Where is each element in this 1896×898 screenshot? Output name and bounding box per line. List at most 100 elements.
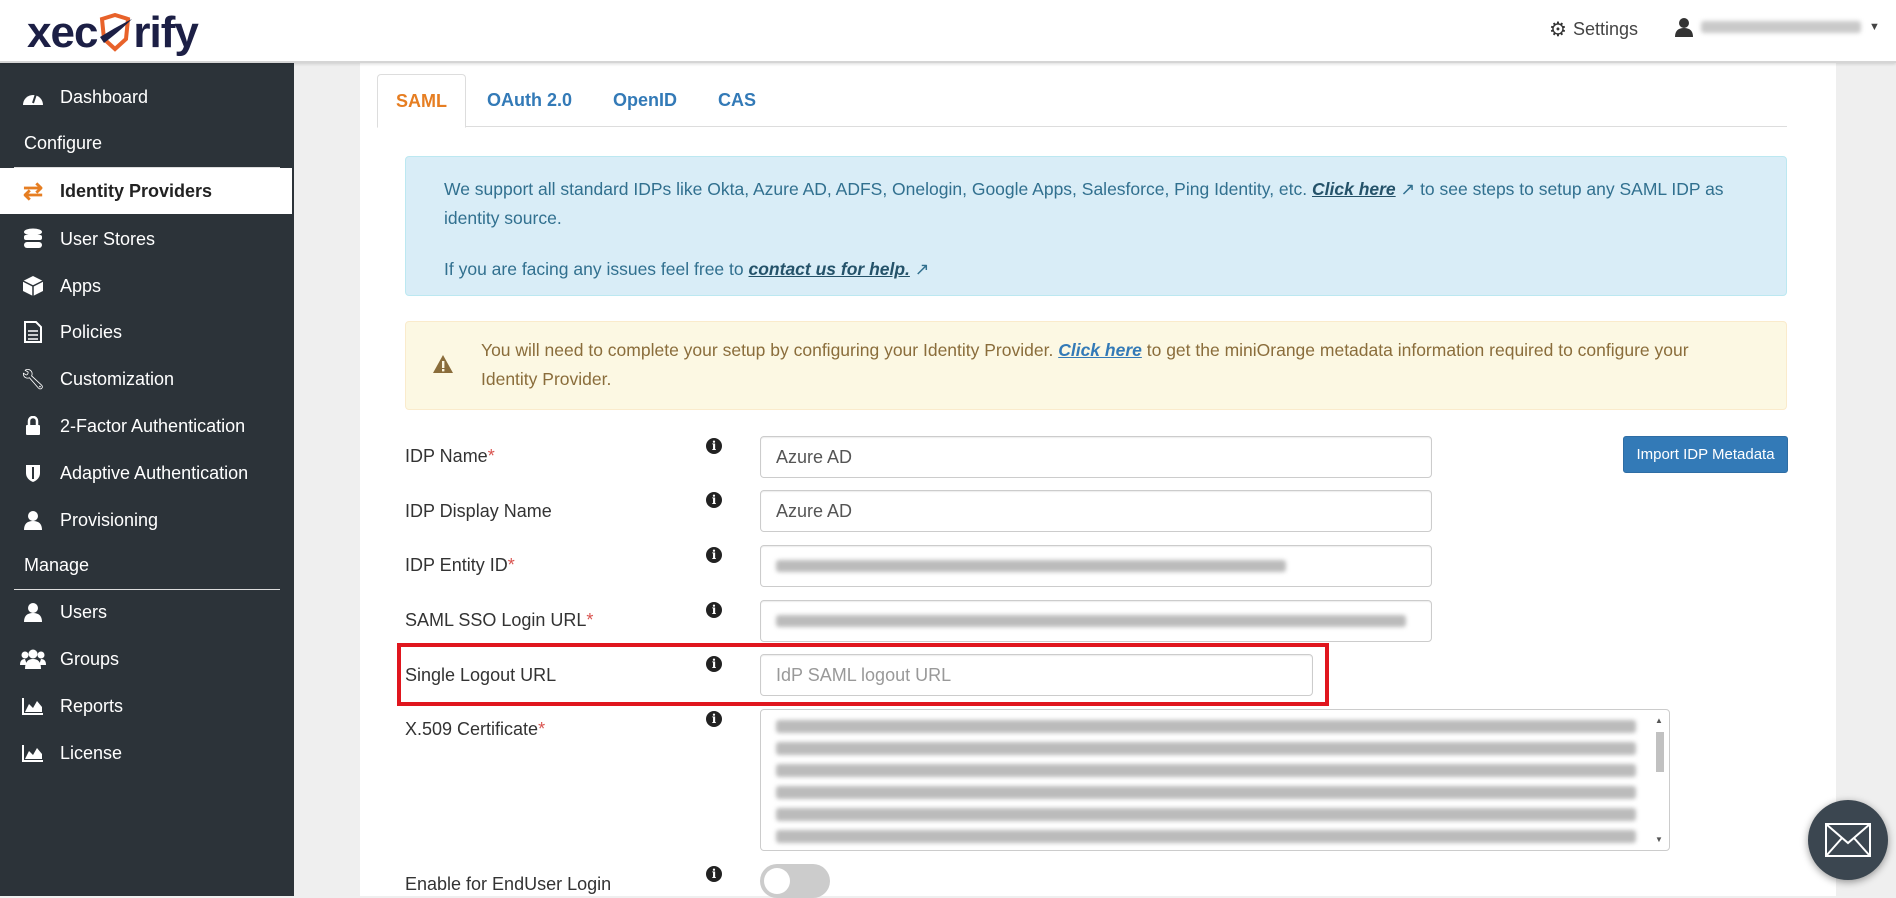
idp-name-input[interactable]: Azure AD [760,436,1432,478]
sidebar-item-label: Groups [60,648,120,669]
user-icon [1675,18,1693,37]
user-icon [18,602,48,622]
sidebar-item-label: License [60,742,123,763]
saml-sso-url-label: SAML SSO Login URL* [405,610,594,630]
contact-us-link[interactable]: contact us for help. [749,259,910,279]
contact-mail-button[interactable] [1808,800,1888,880]
certificate-label: X.509 Certificate* [405,719,546,739]
redacted-value [776,720,1636,733]
sidebar-item-customization[interactable]: 🔧︎ Customization [0,356,294,402]
info-icon[interactable]: i [706,438,722,454]
section-manage: Manage [24,555,90,575]
single-logout-url-input[interactable] [776,664,1297,686]
enduser-login-label: Enable for EndUser Login [405,874,612,894]
textarea-scrollbar[interactable]: ▲ ▼ [1653,716,1667,844]
database-icon [18,228,48,250]
sidebar-item-groups[interactable]: Groups [0,636,294,682]
logo-text: rify [133,8,198,57]
external-link-icon: ↗ [1395,179,1416,199]
sidebar-item-label: Provisioning [60,509,159,530]
warning-icon [433,355,453,373]
sidebar-item-adaptive-auth[interactable]: Adaptive Authentication [0,450,294,496]
certificate-textarea[interactable]: ▲ ▼ [760,709,1670,851]
sidebar-item-provisioning[interactable]: Provisioning [0,497,294,543]
redacted-value [776,764,1636,777]
redacted-value [776,830,1636,843]
info-icon[interactable]: i [706,492,722,508]
sidebar-item-label: Identity Providers [60,180,213,201]
sidebar-item-user-stores[interactable]: User Stores [0,216,294,262]
tab-openid[interactable]: OpenID [595,74,695,127]
sidebar-item-reports[interactable]: Reports [0,683,294,729]
tab-cas[interactable]: CAS [700,74,774,127]
envelope-icon [1825,823,1871,857]
sidebar-item-policies[interactable]: Policies [0,309,294,355]
idp-name-label: IDP Name* [405,446,495,466]
warning-text: You will need to complete your setup by … [481,340,1054,360]
sidebar-item-label: 2-Factor Authentication [60,415,246,436]
info-icon[interactable]: i [706,602,722,618]
info-icon[interactable]: i [706,547,722,563]
tab-oauth[interactable]: OAuth 2.0 [469,74,590,127]
sidebar-item-label: Adaptive Authentication [60,462,249,483]
external-link-icon: ↗ [909,259,930,279]
users-icon [18,649,48,669]
info-text: If you are facing any issues feel free t… [444,259,744,279]
idp-display-name-label: IDP Display Name [405,501,552,521]
sidebar: Dashboard Configure ⇄ Identity Providers… [0,63,294,896]
sidebar-item-dashboard[interactable]: Dashboard [0,74,294,120]
gear-icon: ⚙ [1549,19,1567,41]
protocol-tabs: SAML OAuth 2.0 OpenID CAS [377,74,1787,128]
sidebar-item-label: Policies [60,321,123,342]
exchange-icon: ⇄ [22,177,44,205]
info-icon[interactable]: i [706,711,722,727]
info-alert: We support all standard IDPs like Okta, … [405,156,1787,296]
user-menu[interactable]: ▼ [1675,17,1880,37]
setup-steps-link[interactable]: Click here [1312,179,1396,199]
file-icon [18,321,48,343]
sidebar-item-label: Users [60,601,108,622]
shield-logo-icon [100,13,133,52]
enduser-login-toggle[interactable] [760,864,830,898]
import-idp-metadata-button[interactable]: Import IDP Metadata [1623,436,1788,473]
cube-icon [18,275,48,297]
info-text: We support all standard IDPs like Okta, … [444,179,1308,199]
single-logout-url-label: Single Logout URL [405,665,557,685]
sidebar-item-license[interactable]: License [0,730,294,776]
saml-sso-url-input[interactable] [760,600,1432,642]
user-icon [18,510,48,530]
idp-display-name-input[interactable]: Azure AD [760,490,1432,532]
sidebar-item-label: User Stores [60,228,156,249]
tab-saml[interactable]: SAML [377,74,466,128]
info-icon[interactable]: i [706,866,722,882]
settings-link[interactable]: ⚙ Settings [1549,17,1638,42]
user-email-redacted [1701,21,1861,33]
lock-icon [18,416,48,436]
info-icon[interactable]: i [706,656,722,672]
logo-text: xec [27,8,98,57]
sidebar-item-label: Dashboard [60,86,149,107]
sidebar-item-label: Customization [60,368,175,389]
redacted-value [776,615,1406,627]
xecurify-logo[interactable]: xec rify [27,8,199,58]
idp-entity-id-label: IDP Entity ID* [405,555,515,575]
wrench-icon: 🔧︎ [20,368,46,391]
metadata-link[interactable]: Click here [1058,340,1142,360]
idp-entity-id-input[interactable] [760,545,1432,587]
sidebar-item-label: Apps [60,275,102,296]
sidebar-item-apps[interactable]: Apps [0,263,294,309]
redacted-value [776,808,1636,821]
shield-icon [18,463,48,483]
sidebar-item-users[interactable]: Users [0,589,294,635]
sidebar-item-label: Reports [60,695,124,716]
sidebar-item-2fa[interactable]: 2-Factor Authentication [0,403,294,449]
area-chart-icon [18,744,48,762]
single-logout-url-field[interactable] [760,654,1313,696]
sidebar-item-identity-providers[interactable]: ⇄ Identity Providers [0,168,292,214]
caret-down-icon: ▼ [1869,21,1880,33]
dashboard-icon [18,87,48,107]
area-chart-icon [18,697,48,715]
redacted-value [776,786,1636,799]
warning-alert: You will need to complete your setup by … [405,321,1787,410]
redacted-value [776,742,1636,755]
